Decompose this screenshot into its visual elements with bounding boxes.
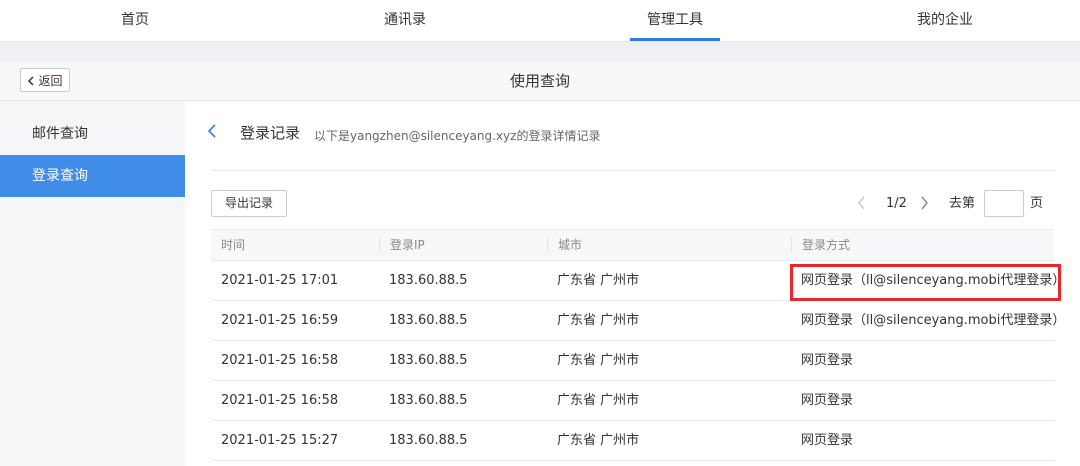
cell-time: 2021-01-25 16:59	[221, 313, 339, 328]
cell-login-method: 网页登录（ll@silenceyang.mobi代理登录）	[801, 313, 1066, 328]
cell-city: 广东省 广州市	[557, 313, 640, 328]
cell-city: 广东省 广州市	[557, 393, 640, 408]
table-row: 2021-01-25 16:58 183.60.88.5 广东省 广州市 网页登…	[211, 341, 1054, 381]
nav-item-label: 首页	[121, 12, 149, 28]
cell-ip: 183.60.88.5	[389, 273, 468, 288]
cell-time: 2021-01-25 16:58	[221, 353, 339, 368]
table-row: 2021-01-25 16:58 183.60.88.5 广东省 广州市 网页登…	[211, 381, 1054, 421]
nav-item-label: 我的企业	[917, 12, 973, 28]
table-row: 2021-01-25 17:01 183.60.88.5 广东省 广州市 网页登…	[211, 261, 1066, 301]
export-records-button[interactable]: 导出记录	[211, 190, 287, 217]
page-indicator: 1/2	[886, 196, 907, 211]
cell-time: 2021-01-25 16:58	[221, 393, 339, 408]
main-content: 登录记录 以下是yangzhen@silenceyang.xyz的登录详情记录 …	[185, 101, 1080, 466]
page-unit-label: 页	[1030, 196, 1044, 211]
active-tab-indicator	[630, 38, 720, 41]
nav-item-management-tools[interactable]: 管理工具	[630, 0, 720, 41]
login-records-table: 时间 登录IP 城市 登录方式 2021-01-25 17:01 183.60.…	[211, 229, 1066, 461]
prev-page-icon[interactable]	[857, 190, 866, 217]
cell-city: 广东省 广州市	[557, 273, 640, 288]
sidebar-item-login-query[interactable]: 登录查询	[0, 155, 185, 197]
nav-item-my-enterprise[interactable]: 我的企业	[880, 0, 1010, 41]
nav-item-home[interactable]: 首页	[70, 0, 200, 41]
sidebar-item-label: 邮件查询	[32, 126, 88, 142]
header-spacer	[0, 42, 1080, 62]
sidebar-item-mail-query[interactable]: 邮件查询	[0, 113, 185, 155]
top-nav: 首页 通讯录 管理工具 我的企业	[0, 0, 1080, 42]
cell-ip: 183.60.88.5	[389, 313, 468, 328]
cell-login-method: 网页登录	[801, 433, 854, 448]
nav-item-label: 通讯录	[384, 12, 426, 28]
column-header-time: 时间	[221, 238, 246, 252]
cell-time: 2021-01-25 15:27	[221, 433, 339, 448]
cell-login-method: 网页登录（ll@silenceyang.mobi代理登录）	[801, 273, 1066, 288]
cell-ip: 183.60.88.5	[389, 353, 468, 368]
section-title: 登录记录	[240, 124, 301, 142]
cell-login-method: 网页登录	[801, 353, 854, 368]
sidebar-item-label: 登录查询	[32, 168, 88, 184]
column-header-ip: 登录IP	[379, 237, 547, 253]
next-page-icon[interactable]	[920, 190, 929, 217]
cell-city: 广东省 广州市	[557, 353, 640, 368]
section-subtitle: 以下是yangzhen@silenceyang.xyz的登录详情记录	[314, 129, 601, 143]
page-header: 返回 使用查询	[0, 62, 1080, 101]
column-header-city: 城市	[547, 237, 792, 253]
goto-page-label: 去第	[949, 196, 976, 211]
cell-ip: 183.60.88.5	[389, 393, 468, 408]
table-header: 时间 登录IP 城市 登录方式	[211, 229, 1054, 261]
section-divider	[211, 170, 1054, 171]
cell-login-method: 网页登录	[801, 393, 854, 408]
cell-city: 广东省 广州市	[557, 433, 640, 448]
section-back-icon[interactable]	[207, 123, 217, 144]
sidebar: 邮件查询 登录查询	[0, 101, 185, 466]
cell-time: 2021-01-25 17:01	[221, 273, 339, 288]
nav-item-label: 管理工具	[647, 12, 703, 28]
page-title: 使用查询	[509, 72, 570, 90]
cell-ip: 183.60.88.5	[389, 433, 468, 448]
nav-item-contacts[interactable]: 通讯录	[340, 0, 470, 41]
column-header-login-method: 登录方式	[791, 237, 1054, 253]
goto-page-input[interactable]	[984, 190, 1024, 217]
table-row: 2021-01-25 16:59 183.60.88.5 广东省 广州市 网页登…	[211, 301, 1066, 341]
table-row: 2021-01-25 15:27 183.60.88.5 广东省 广州市 网页登…	[211, 421, 1054, 461]
